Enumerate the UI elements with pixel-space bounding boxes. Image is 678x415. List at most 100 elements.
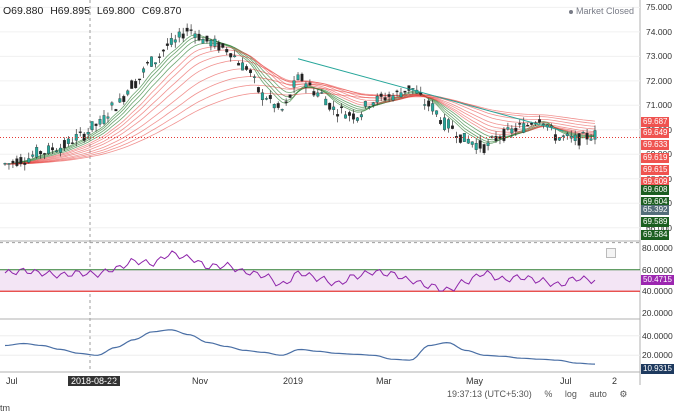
candle-body [66,138,70,144]
candle-body [407,85,411,91]
candle-body [241,62,245,71]
candle-body [470,141,474,145]
candle-body [233,55,237,58]
candle-body [300,73,304,81]
candle-body [27,158,31,163]
candle-body [340,106,344,109]
candle-body [276,103,280,108]
time-axis-label: o [110,376,116,386]
candle-body [363,101,367,107]
candle-body [466,138,470,144]
candle-body [181,33,185,39]
candle-body [593,130,597,140]
rsi-axis-label: 20.0000 [642,307,673,318]
candle-body [371,102,375,106]
candle-body [320,92,324,94]
candle-body [447,119,450,129]
close-value: C69.870 [141,5,182,17]
candle-body [458,134,462,143]
candle-body [344,114,347,119]
candle-body [522,123,526,133]
candle-body [150,56,153,67]
price-tag: 69.633 [641,140,670,150]
clock-time: 19:37:13 (UTC+5:30) [447,389,532,399]
low-value: L69.800 [96,5,135,17]
price-axis-label: 74.000 [646,26,672,37]
price-axis-label: 75.000 [646,2,672,13]
price-axis-label: 73.000 [646,51,672,62]
chart-canvas[interactable] [0,0,678,415]
candle-body [58,147,62,153]
log-toggle[interactable]: log [565,389,577,399]
candle-body [284,101,288,103]
candle-body [450,125,454,129]
time-axis-label: 2019 [283,376,304,386]
candle-body [474,142,478,150]
candle-body [78,131,82,133]
price-tag: 69.615 [641,165,670,175]
high-value: H69.895 [50,5,90,17]
ohlc-legend: O69.880 H69.895 L69.800 C69.870 [3,5,185,17]
time-axis-label: Jul [6,376,18,386]
candle-body [312,91,316,96]
percent-toggle[interactable]: % [544,389,552,399]
candle-body [197,33,201,41]
candle-body [395,90,399,93]
candle-body [478,140,482,149]
candle-body [47,145,51,154]
candle-body [589,138,593,141]
candle-body [173,39,177,43]
candle-body [585,132,589,140]
candle-body [154,62,157,65]
settings-gear-icon[interactable]: ⚙ [619,389,627,399]
candle-body [177,31,181,38]
auto-toggle[interactable]: auto [589,389,607,399]
candle-body [399,92,403,98]
candle-body [169,38,173,45]
price-tag: 69.589 [641,217,670,227]
candle-body [348,112,351,116]
price-tag: 69.584 [641,230,670,240]
price-tag: 65.392 [641,205,670,215]
candle-body [427,100,431,107]
rsi-axis-label: 40.0000 [642,286,673,297]
candle-body [403,90,407,93]
candle-body [165,43,169,46]
time-axis-label: Mar [376,376,392,386]
chart-footer: 19:37:13 (UTC+5:30) % log auto ⚙ [447,389,638,400]
candle-body [355,117,359,121]
candle-body [391,95,395,101]
candle-body [324,98,328,106]
candle-body [114,109,118,112]
candle-body [565,133,569,136]
candle-body [332,106,336,110]
lower-value-tag: 10.9315 [641,364,674,374]
candle-body [304,83,308,88]
candle-body [328,102,332,110]
candle-body [256,87,260,93]
trading-chart-window: O69.880 H69.895 L69.800 C69.870 Market C… [0,0,678,415]
candle-body [221,43,225,48]
candle-body [193,33,197,38]
candle-body [375,95,379,103]
candle-body [296,74,300,81]
candle-body [379,93,383,97]
lower-axis-label: 40.0000 [642,330,673,341]
open-value: O69.880 [3,5,44,17]
candle-body [308,82,312,86]
candle-body [225,49,229,53]
candle-body [542,123,545,125]
rsi-pane-maximize-icon[interactable] [606,248,616,258]
rsi-axis-label: 80.0000 [642,243,673,254]
candle-body [383,97,387,101]
candle-body [336,114,340,117]
candle-body [561,135,565,137]
time-axis-label: 2 [612,376,618,386]
price-axis-label: 71.000 [646,100,672,111]
candle-body [482,144,486,154]
candle-body [249,69,252,74]
main-pane [0,0,640,240]
candle-body [43,153,47,155]
candle-body [3,163,7,165]
candle-body [118,98,122,103]
